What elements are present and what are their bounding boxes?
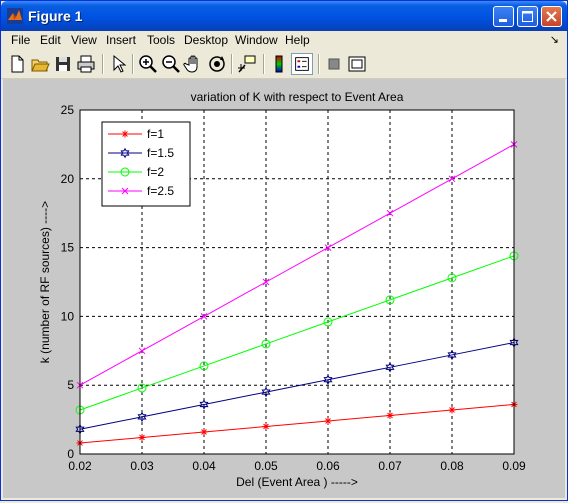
close-button[interactable] <box>541 6 562 27</box>
toolbar-separator <box>102 54 104 74</box>
legend-label: f=1 <box>147 127 164 141</box>
pan-icon[interactable] <box>183 53 205 75</box>
figure-canvas: 0.02 0.03 0.04 0.05 0.06 0.07 0.08 0.09 0 5 10 15 20… <box>3 79 565 498</box>
legend-marker <box>121 130 129 138</box>
legend: f=1 f=1.5 f=2 f=2.5 <box>101 121 191 207</box>
hide-plot-tools-icon[interactable] <box>323 53 345 75</box>
x-axis-label: Del (Event Area ) -----> <box>236 475 358 489</box>
line-chart: 0.02 0.03 0.04 0.05 0.06 0.07 0.08 0.09 0 5 10 15 20… <box>38 90 526 489</box>
pointer-icon[interactable] <box>107 53 129 75</box>
maximize-button[interactable] <box>517 6 538 27</box>
menu-help[interactable]: Help <box>285 33 310 47</box>
new-icon[interactable] <box>6 53 28 75</box>
open-icon[interactable] <box>29 53 51 75</box>
menu-view[interactable]: View <box>71 33 97 47</box>
y-tick-label: 15 <box>61 241 75 255</box>
zoom-in-icon[interactable] <box>137 53 159 75</box>
toolbar-separator <box>318 54 320 74</box>
toolbar-separator <box>263 54 265 74</box>
menu-window[interactable]: Window <box>235 33 278 47</box>
minimize-button[interactable] <box>493 6 514 27</box>
window-title: Figure 1 <box>28 8 83 24</box>
title-bar[interactable]: Figure 1 <box>1 1 567 31</box>
x-tick-label: 0.05 <box>254 459 278 473</box>
dock-arrow-icon[interactable]: ↘ <box>550 33 559 46</box>
x-tick-label: 0.02 <box>68 459 92 473</box>
menu-file[interactable]: File <box>11 33 30 47</box>
chart-title: variation of K with respect to Event Are… <box>191 90 404 104</box>
menu-tools[interactable]: Tools <box>147 33 175 47</box>
x-tick-label: 0.06 <box>316 459 340 473</box>
y-tick-label: 0 <box>67 447 74 461</box>
legend-box <box>101 121 191 207</box>
rotate-icon[interactable] <box>206 53 228 75</box>
menu-insert[interactable]: Insert <box>106 33 136 47</box>
x-tick-label: 0.08 <box>440 459 464 473</box>
figure-toolbar <box>1 50 567 79</box>
legend-icon[interactable] <box>291 53 313 75</box>
matlab-icon <box>7 8 23 24</box>
x-tick-label: 0.03 <box>130 459 154 473</box>
maximize-icon <box>522 11 533 22</box>
y-tick-label: 25 <box>61 103 75 117</box>
menu-edit[interactable]: Edit <box>40 33 61 47</box>
menu-bar: File Edit View Insert Tools Desktop Wind… <box>1 31 567 50</box>
y-tick-label: 5 <box>67 378 74 392</box>
x-tick-label: 0.04 <box>192 459 216 473</box>
menu-desktop[interactable]: Desktop <box>184 33 228 47</box>
x-tick-label: 0.07 <box>378 459 402 473</box>
save-icon[interactable] <box>52 53 74 75</box>
legend-label: f=1.5 <box>147 146 174 160</box>
figure-window: Figure 1 File Edit View Insert Tools Des… <box>0 0 568 501</box>
show-plot-tools-icon[interactable] <box>346 53 368 75</box>
legend-label: f=2 <box>147 165 164 179</box>
x-tick-label: 0.09 <box>502 459 526 473</box>
data-cursor-icon[interactable] <box>236 53 258 75</box>
zoom-out-icon[interactable] <box>160 53 182 75</box>
toolbar-separator <box>231 54 233 74</box>
close-icon <box>546 11 557 22</box>
minimize-icon <box>499 19 507 22</box>
colorbar-icon[interactable] <box>268 53 290 75</box>
y-tick-label: 10 <box>61 309 75 323</box>
y-axis-label: k (number of RF sources) ----> <box>38 201 52 363</box>
print-icon[interactable] <box>75 53 97 75</box>
y-tick-label: 20 <box>61 172 75 186</box>
toolbar-separator <box>132 54 134 74</box>
legend-label: f=2.5 <box>147 184 174 198</box>
